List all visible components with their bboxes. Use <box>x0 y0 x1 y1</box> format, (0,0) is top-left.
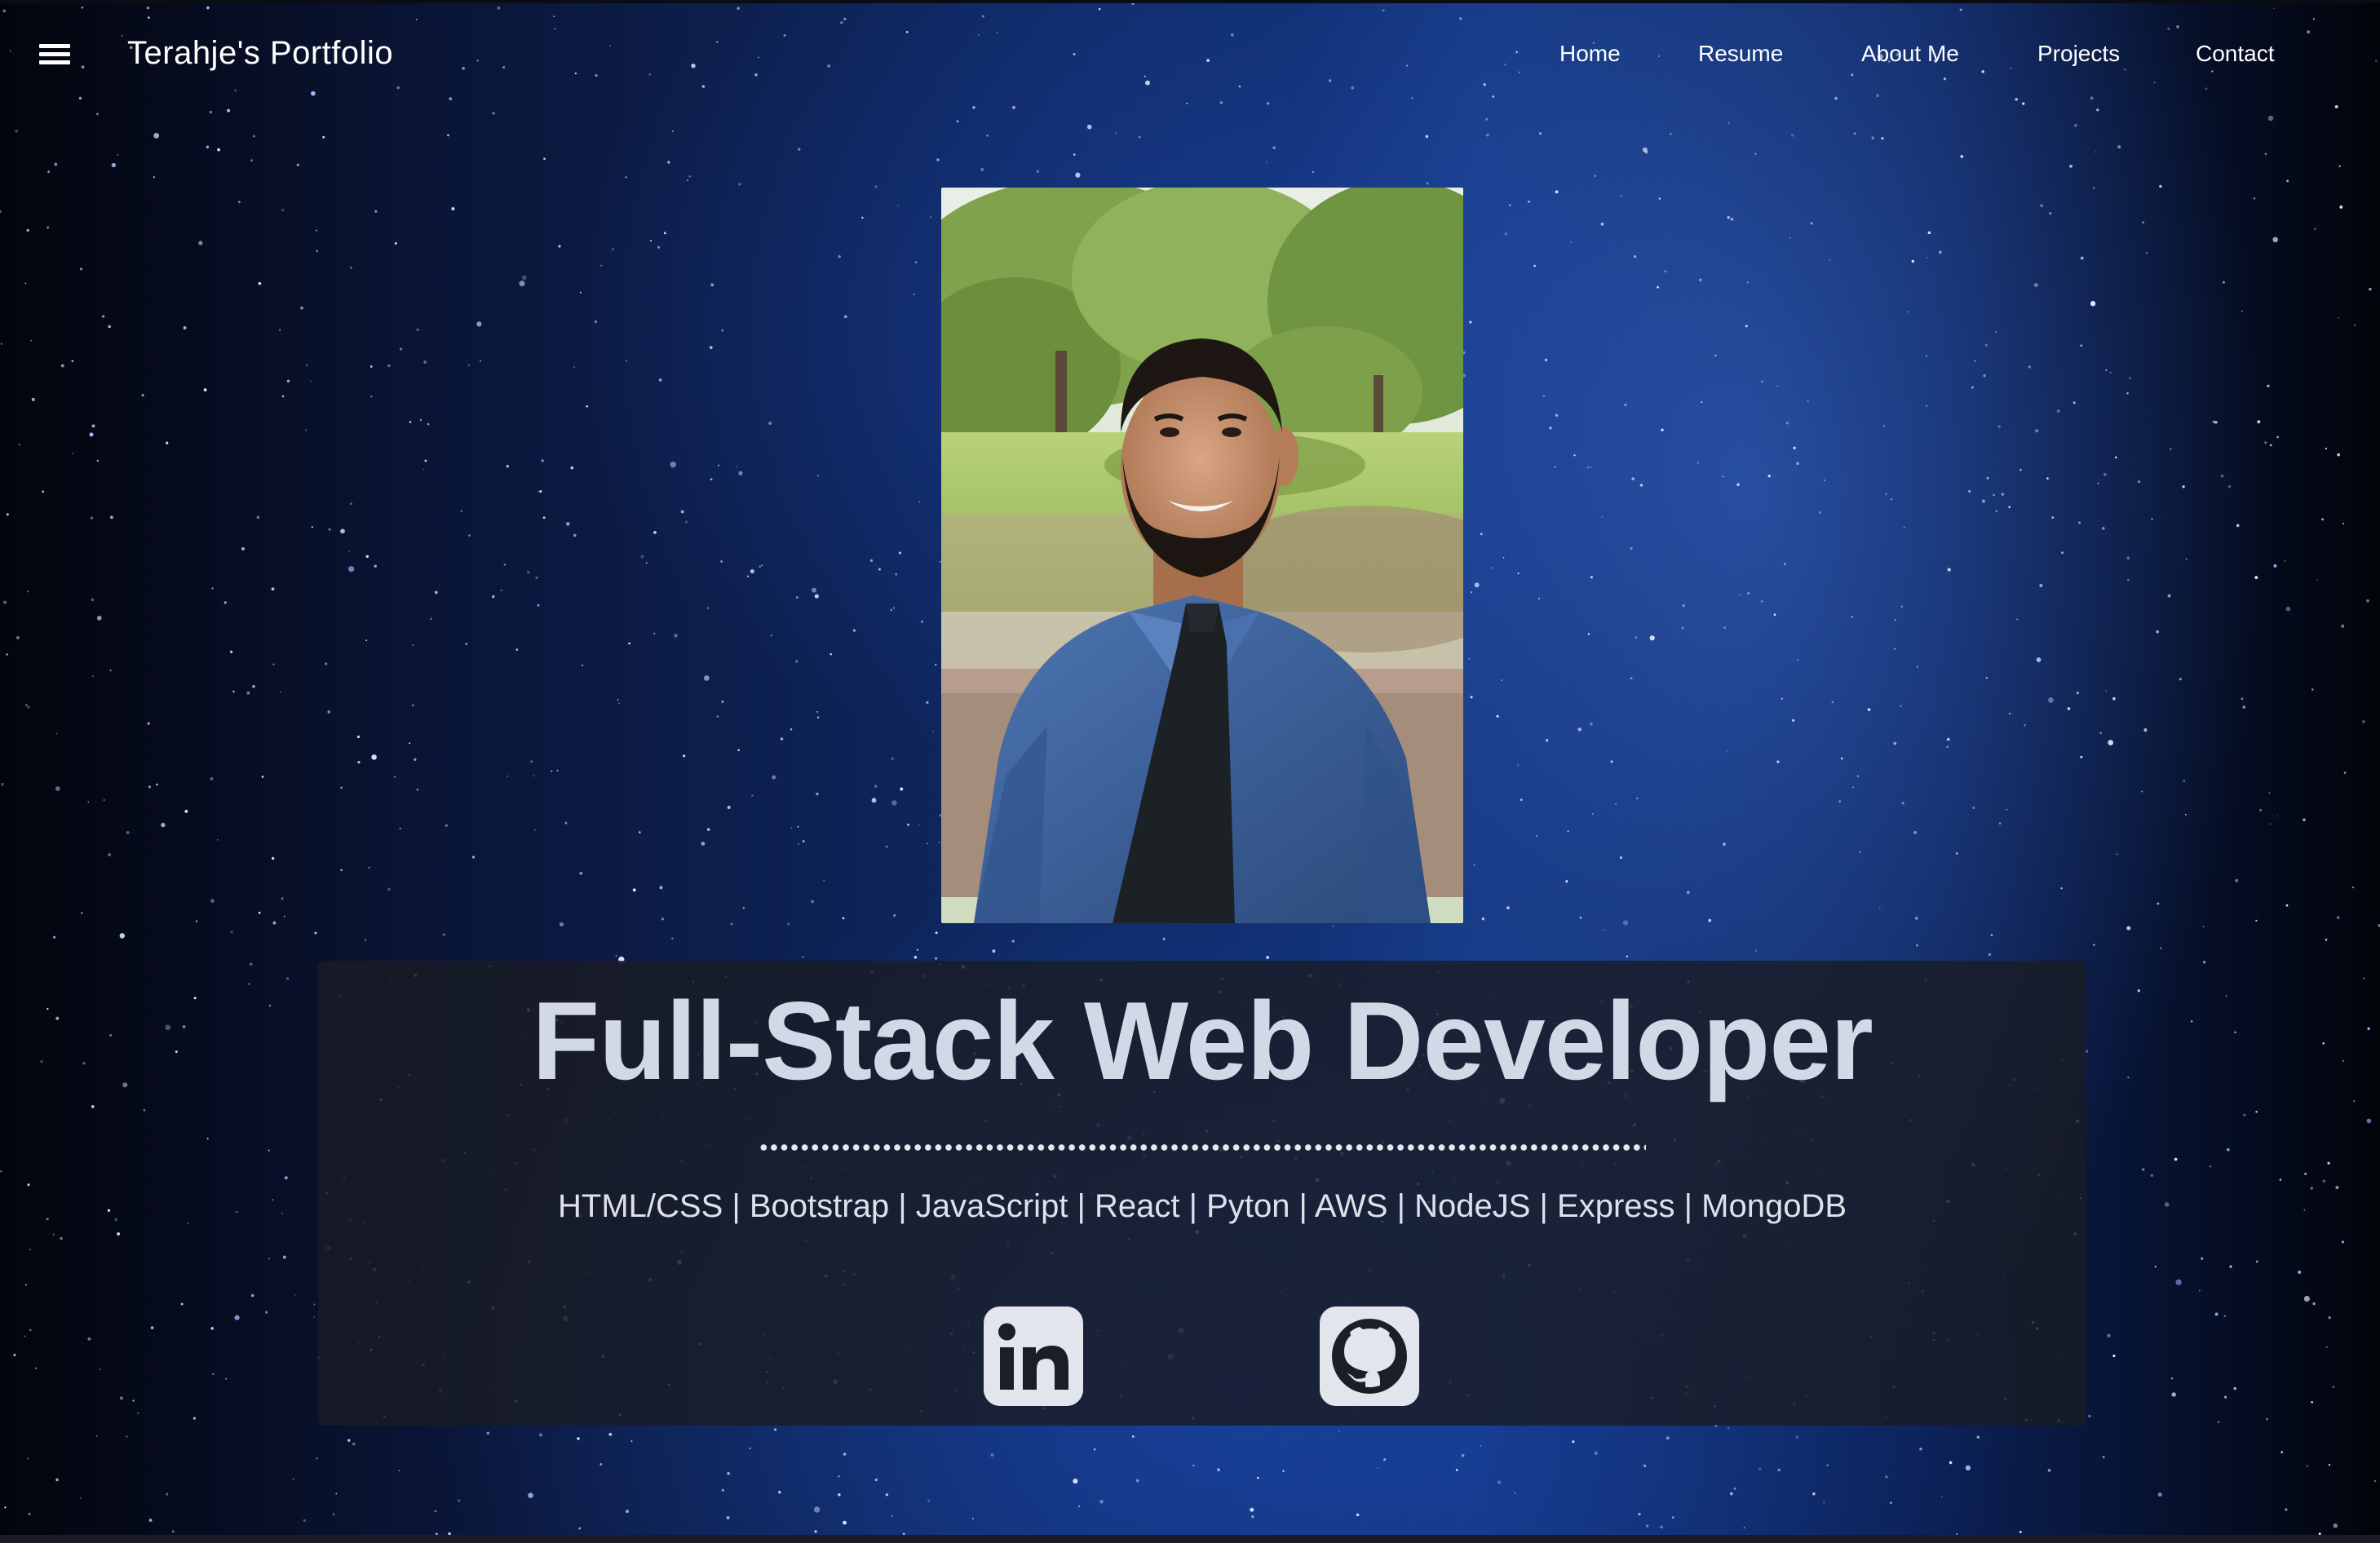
skills-list: HTML/CSS | Bootstrap | JavaScript | Reac… <box>558 1188 1847 1224</box>
linkedin-icon <box>998 1323 1068 1390</box>
hamburger-menu-icon[interactable] <box>39 41 70 67</box>
nav-link-contact[interactable]: Contact <box>2196 39 2275 69</box>
github-button[interactable] <box>1320 1306 1419 1406</box>
dotted-divider <box>759 1143 1646 1152</box>
window-bottom-edge <box>0 1535 2380 1543</box>
navbar: Terahje's Portfolio Home Resume About Me… <box>0 0 2380 108</box>
nav-link-about-me[interactable]: About Me <box>1861 39 1959 69</box>
nav-link-home[interactable]: Home <box>1559 39 1621 69</box>
hero-card: Full-Stack Web Developer HTML/CSS | Boot… <box>318 961 2086 1426</box>
nav-link-resume[interactable]: Resume <box>1698 39 1783 69</box>
github-icon <box>1332 1319 1407 1394</box>
nav-link-projects[interactable]: Projects <box>2037 39 2120 69</box>
portfolio-page: Terahje's Portfolio Home Resume About Me… <box>0 0 2380 1543</box>
brand-link[interactable]: Terahje's Portfolio <box>127 33 393 73</box>
profile-photo <box>941 188 1463 923</box>
hero-title: Full-Stack Web Developer <box>532 979 1873 1103</box>
linkedin-button[interactable] <box>984 1306 1083 1406</box>
